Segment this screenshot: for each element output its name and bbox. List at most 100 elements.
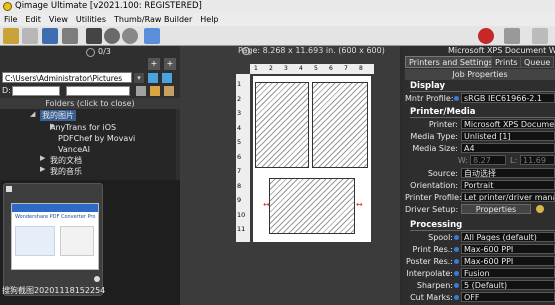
image-placeholder[interactable] — [269, 178, 355, 234]
section-processing: Processing — [410, 220, 555, 231]
menu-view[interactable]: View — [45, 13, 72, 26]
thumbnail-card[interactable]: Wondershare PDF Converter Pro — [3, 183, 103, 296]
target-icon[interactable] — [86, 48, 95, 57]
print-res-field[interactable]: Max-600 PPI — [461, 244, 555, 254]
image-count: 0/3 — [98, 47, 111, 56]
ruler-tick-label: 5 — [237, 138, 242, 146]
option-dot-icon — [454, 295, 459, 300]
media-size-field[interactable]: A4 — [461, 143, 555, 153]
media-type-field[interactable]: Unlisted [1] — [461, 131, 555, 141]
nav-back-icon[interactable] — [148, 73, 158, 83]
arrow-right-icon: ↔ — [356, 200, 363, 209]
tree-arrow-icon[interactable]: ▶ — [50, 122, 55, 130]
tab-prints[interactable]: Prints — [491, 56, 522, 68]
toolbar — [0, 26, 555, 46]
menu-thumb-raw-builder[interactable]: Thumb/Raw Builder — [110, 13, 196, 26]
mntr-profile-field[interactable]: sRGB IEC61966-2.1 — [461, 93, 555, 103]
length-label: L: — [510, 156, 518, 165]
ruler-tick-label: 3 — [284, 65, 288, 72]
orientation-field[interactable]: Portrait — [461, 180, 555, 190]
width-label: W: — [457, 156, 468, 165]
browser-pane: 0/3 + + C:\Users\Administrator\Pictures … — [0, 46, 180, 305]
interpolate-field[interactable]: Fusion — [461, 268, 555, 278]
adjust-icon[interactable] — [62, 28, 78, 44]
page-radio[interactable] — [242, 47, 250, 55]
menu-edit[interactable]: Edit — [21, 13, 45, 26]
disc-icon[interactable] — [104, 28, 120, 44]
arrow-left-icon: ↔ — [263, 200, 270, 209]
printer-profile-field[interactable]: Let printer/driver manage color — [461, 192, 555, 202]
option-dot-icon — [454, 96, 459, 101]
printer-field[interactable]: Microsoft XPS Document Writer — [461, 119, 555, 129]
nav-forward-icon[interactable] — [162, 73, 172, 83]
layout-icon[interactable] — [144, 28, 160, 44]
printer-icon[interactable] — [532, 28, 548, 44]
length-field[interactable]: 11.69 — [520, 155, 555, 165]
chevron-down-icon[interactable]: ▾ — [134, 73, 144, 83]
poster-res-label: Poster Res.: — [405, 257, 453, 266]
menu-utilities[interactable]: Utilities — [72, 13, 110, 26]
print-res-label: Print Res.: — [412, 245, 453, 254]
tree-item[interactable]: 我的文档 — [50, 155, 82, 166]
sharpen-field[interactable]: 5 (Default) — [461, 280, 555, 290]
add-icon[interactable]: + — [148, 58, 160, 70]
tree-arrow-icon[interactable]: ▶ — [40, 165, 45, 173]
tab-queue[interactable]: Queue — [520, 56, 555, 68]
print-icon[interactable] — [504, 28, 520, 44]
menu-file[interactable]: File — [0, 13, 21, 26]
cut-marks-label: Cut Marks: — [410, 293, 453, 302]
path-dropdown[interactable]: C:\Users\Administrator\Pictures — [2, 72, 132, 83]
section-display: Display — [410, 81, 555, 92]
ruler-tick-label: 2 — [269, 65, 273, 72]
cut-marks-field[interactable]: OFF — [461, 292, 555, 302]
folder-icon[interactable] — [150, 86, 160, 96]
tree-item[interactable]: PDFChef by Movavi — [58, 133, 135, 144]
tree-expand-icon[interactable]: ◢ — [30, 110, 35, 118]
driver-setup-label: Driver Setup: — [405, 205, 459, 214]
spool-field[interactable]: All Pages (default) — [461, 232, 555, 242]
source-field[interactable]: 自动选择 — [461, 168, 555, 178]
ruler-tick-label: 10 — [237, 210, 246, 219]
ruler-tick-label: 8 — [359, 65, 363, 72]
paper-page: ↔ ↔ — [253, 76, 371, 242]
tools-icon[interactable] — [164, 86, 174, 96]
filter-field[interactable] — [66, 86, 130, 96]
folders-header[interactable]: Folders (click to close) — [0, 98, 180, 109]
job-properties-button[interactable]: Job Properties — [405, 69, 555, 80]
select-checkbox[interactable] — [6, 186, 12, 192]
title-bar: Qimage Ultimate [v2021.100: REGISTERED] — [0, 0, 555, 13]
source-label: Source: — [427, 169, 458, 178]
tree-item[interactable]: AnyTrans for iOS — [50, 122, 116, 133]
settings-icon[interactable] — [136, 86, 146, 96]
add-folder-icon[interactable]: + — [164, 58, 176, 70]
grid-icon[interactable] — [22, 28, 38, 44]
shield-icon[interactable] — [478, 28, 494, 44]
tree-arrow-icon[interactable]: ▶ — [40, 154, 45, 162]
globe-icon[interactable] — [122, 28, 138, 44]
drive-field[interactable] — [12, 86, 60, 96]
image-placeholder[interactable] — [255, 82, 309, 168]
tree-item[interactable]: VanceAI — [58, 144, 90, 155]
poster-res-field[interactable]: Max-600 PPI — [461, 256, 555, 266]
tree-item[interactable]: 我的音乐 — [50, 166, 82, 177]
thumbnail-caption: 搜狗截图20201118152254.p... — [2, 286, 106, 295]
menu-help[interactable]: Help — [196, 13, 222, 26]
option-dot-icon — [454, 235, 459, 240]
menu-bar: File Edit View Utilities Thumb/Raw Builder He… — [0, 13, 555, 26]
camera-icon[interactable] — [42, 28, 58, 44]
tab-printers-settings[interactable]: Printers and Settings* — [405, 56, 501, 68]
info-icon[interactable] — [94, 276, 100, 282]
ruler-tick-label: 4 — [299, 65, 303, 72]
ruler-tick-label: 1 — [237, 80, 242, 88]
settings-gear-icon[interactable] — [536, 205, 544, 213]
width-field[interactable]: 8.27 — [470, 155, 506, 165]
sharpen-label: Sharpen: — [416, 281, 453, 290]
orientation-label: Orientation: — [410, 181, 458, 190]
open-icon[interactable] — [3, 28, 19, 44]
properties-button[interactable]: Properties — [461, 204, 531, 214]
window-title: Qimage Ultimate [v2021.100: REGISTERED] — [15, 1, 202, 11]
image-placeholder[interactable] — [312, 82, 368, 168]
tree-item[interactable]: 我的图片 — [40, 110, 76, 121]
linkedin-icon[interactable] — [86, 28, 102, 44]
ruler-tick-label: 8 — [237, 181, 242, 190]
